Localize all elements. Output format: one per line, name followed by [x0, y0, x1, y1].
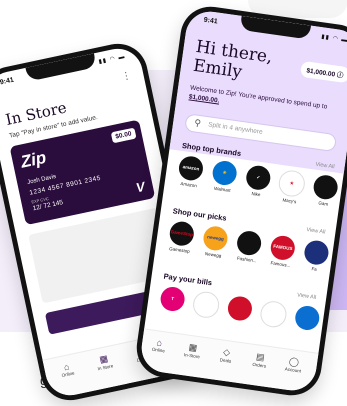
merchant-label [289, 330, 321, 334]
merchant-label: Gamestop [168, 246, 191, 254]
card-balance-badge: $0.00 [110, 127, 137, 144]
merchant-logo [312, 173, 340, 201]
tab-in-store[interactable]: ▦ In-Store [177, 340, 209, 360]
merchant-label: Nike [251, 191, 261, 198]
merchant-label [155, 311, 187, 315]
merchant-tile[interactable]: amazon Amazon [172, 154, 208, 189]
merchant-logo [235, 229, 263, 257]
merchant-tile[interactable]: GameStop Gamestop [163, 220, 199, 255]
tab-online[interactable]: ⌂ Online [52, 359, 83, 379]
merchant-tile[interactable]: Gam [307, 173, 343, 208]
phone-notch [25, 53, 97, 82]
merchant-tile[interactable]: FAMOUS Famous... [264, 234, 300, 269]
merchant-logo: newegg [201, 224, 229, 252]
merchant-label: Newegg [204, 251, 222, 259]
merchant-logo: FAMOUS [269, 234, 297, 262]
merchant-label [256, 327, 288, 331]
merchant-tile[interactable]: Fashion... [231, 229, 267, 264]
merchant-logo: ✳ [211, 159, 239, 187]
merchant-label: Fa [311, 266, 318, 272]
section-title-picks: Shop our picks [172, 206, 228, 223]
view-all-bills-link[interactable]: View All [297, 292, 317, 301]
tab-label: Orders [252, 361, 267, 369]
merchant-logo [191, 290, 221, 320]
home-phone: 9:41 ▮▮ ◠ ▬ Hi there, Emily $1,000.00 ⓘ … [132, 2, 347, 400]
merchant-tile[interactable]: T [155, 285, 190, 315]
status-icons: ▮▮ ◠ ▬ [98, 53, 126, 66]
merchant-tile[interactable]: ✳ Walmart [206, 159, 242, 194]
tab-in-store[interactable]: ▦ In Store [89, 351, 120, 372]
merchant-logo [258, 299, 289, 329]
tab-label: Online [61, 370, 75, 379]
tab-deals[interactable]: ◇ Deals [210, 345, 242, 365]
merchant-label: Famous... [270, 260, 291, 269]
merchant-label: Walmart [213, 185, 231, 194]
search-placeholder: Split in 4 anywhere [207, 121, 264, 136]
merchant-label: Amazon [180, 181, 198, 189]
merchant-logo: amazon [177, 154, 205, 182]
card-logo: Zip [19, 147, 48, 172]
tab-account[interactable]: ◯ Account [278, 355, 310, 375]
section-title-bills: Pay your bills [163, 271, 213, 288]
merchant-logo [302, 239, 331, 267]
tab-online[interactable]: ⌂ Online [143, 336, 175, 355]
tab-label: Deals [219, 357, 232, 364]
search-icon: ⚲ [193, 117, 202, 129]
balance-amount: $1,000.00 [305, 67, 336, 79]
merchant-tile[interactable]: ✓ Nike [240, 164, 276, 199]
tab-label: Account [284, 366, 302, 374]
merchant-tile[interactable] [256, 299, 292, 331]
merchant-logo [293, 304, 321, 332]
merchant-tile[interactable]: ★ Macy's [273, 168, 309, 205]
card-network-logo: V [134, 178, 147, 196]
tab-label: In-Store [183, 352, 201, 360]
tab-label: Online [151, 346, 166, 354]
info-icon: ⓘ [336, 71, 344, 80]
view-all-picks-link[interactable]: View All [306, 227, 326, 236]
merchant-logo [226, 294, 254, 323]
merchant-logo: ✓ [244, 164, 272, 192]
merchant-tile[interactable] [188, 290, 224, 322]
merchant-tile[interactable] [222, 294, 257, 324]
merchant-logo: T [159, 285, 187, 313]
merchant-logo: ★ [277, 168, 307, 199]
merchant-tile[interactable] [289, 304, 324, 334]
merchant-label [222, 320, 254, 324]
merchant-tile[interactable]: Fa [298, 239, 334, 274]
merchant-label: Gam [318, 200, 329, 207]
merchant-label [188, 317, 220, 321]
home-screen: 9:41 ▮▮ ◠ ▬ Hi there, Emily $1,000.00 ⓘ … [138, 8, 347, 394]
tab-orders[interactable]: ▤ Orders [244, 350, 276, 370]
merchant-logo: GameStop [168, 220, 196, 248]
merchant-label: Macy's [282, 197, 297, 205]
virtual-card[interactable]: Zip $0.00 Josh Davis 1234 4567 8901 2345… [9, 119, 156, 226]
merchant-tile[interactable]: newegg Newegg [197, 224, 233, 259]
merchant-label: Fashion... [236, 255, 257, 264]
more-icon[interactable]: ⋮ [120, 70, 132, 83]
status-time: 9:41 [0, 76, 15, 87]
